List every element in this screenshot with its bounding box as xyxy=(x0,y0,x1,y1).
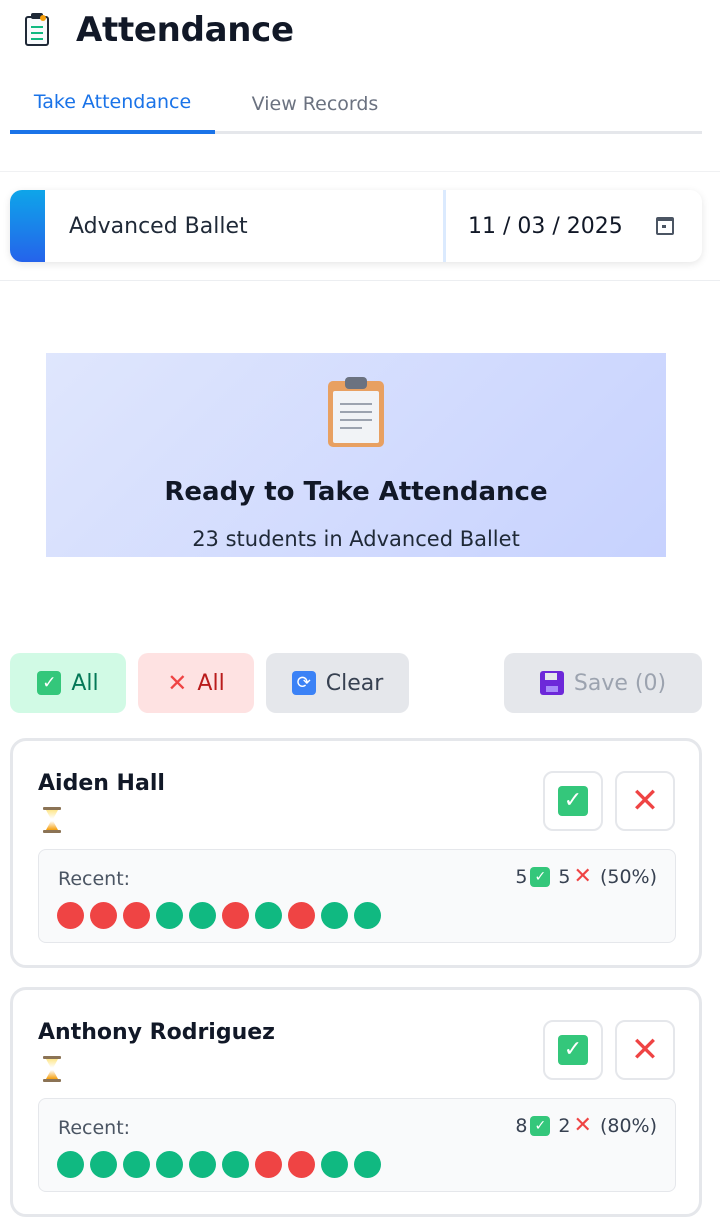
history-dot-absent xyxy=(222,902,249,929)
recent-stats: 8 ✓ 2 ✕ (80%) xyxy=(515,1113,657,1138)
x-icon: ✕ xyxy=(630,1030,660,1070)
history-dot-absent xyxy=(90,902,117,929)
mark-absent-button[interactable]: ✕ xyxy=(615,1020,675,1080)
x-icon: ✕ xyxy=(167,669,188,697)
history-dot-present xyxy=(354,902,381,929)
clear-label: Clear xyxy=(325,670,384,696)
class-date-selector: Advanced Ballet 11 / 03 / 2025 xyxy=(10,190,702,262)
history-dot-present xyxy=(189,1151,216,1178)
save-button[interactable]: Save (0) xyxy=(504,653,702,713)
filter-band: Advanced Ballet 11 / 03 / 2025 xyxy=(0,171,720,281)
check-icon: ✓ xyxy=(530,867,551,887)
history-dot-present xyxy=(156,1151,183,1178)
present-count: 8 xyxy=(515,1115,528,1137)
mark-all-absent-label: All xyxy=(197,670,225,696)
hourglass-icon xyxy=(43,807,61,833)
class-select[interactable]: Advanced Ballet xyxy=(10,190,446,262)
absent-count: 2 xyxy=(558,1115,571,1137)
history-dot-absent xyxy=(255,1151,282,1178)
class-accent-bar xyxy=(10,190,45,262)
check-icon: ✓ xyxy=(558,1035,588,1065)
clear-button[interactable]: ⟳ Clear xyxy=(266,653,409,713)
recent-label: Recent: xyxy=(58,868,131,890)
attendance-percent: (50%) xyxy=(599,866,657,888)
history-dots xyxy=(57,902,387,929)
date-input[interactable]: 11 / 03 / 2025 xyxy=(446,190,702,262)
check-icon: ✓ xyxy=(37,671,62,695)
history-dot-present xyxy=(222,1151,249,1178)
history-dot-absent xyxy=(123,902,150,929)
tab-bar: Take Attendance View Records xyxy=(10,78,702,134)
recent-history: Recent: 8 ✓ 2 ✕ (80%) xyxy=(38,1098,676,1192)
history-dot-present xyxy=(90,1151,117,1178)
app-header: Attendance xyxy=(22,10,294,50)
save-icon xyxy=(539,671,564,695)
history-dot-present xyxy=(354,1151,381,1178)
calendar-icon[interactable] xyxy=(656,217,674,235)
absent-count: 5 xyxy=(558,866,571,888)
banner-title: Ready to Take Attendance xyxy=(164,477,548,507)
banner-subtitle: 23 students in Advanced Ballet xyxy=(192,527,520,551)
student-name: Anthony Rodriguez xyxy=(38,1020,275,1045)
attendance-percent: (80%) xyxy=(599,1115,657,1137)
ready-banner: Ready to Take Attendance 23 students in … xyxy=(46,353,666,557)
recent-stats: 5 ✓ 5 ✕ (50%) xyxy=(515,864,657,889)
page-title: Attendance xyxy=(76,10,294,50)
bulk-actions: ✓ All ✕ All ⟳ Clear Save (0) xyxy=(10,653,702,713)
history-dot-present xyxy=(156,902,183,929)
class-select-value: Advanced Ballet xyxy=(69,213,248,239)
clipboard-icon xyxy=(22,12,52,48)
refresh-icon: ⟳ xyxy=(291,671,316,695)
student-card: Aiden Hall ✓ ✕ Recent: 5 ✓ 5 ✕ (50%) xyxy=(10,738,702,968)
save-label: Save (0) xyxy=(573,670,667,696)
history-dots xyxy=(57,1151,387,1178)
history-dot-present xyxy=(321,1151,348,1178)
mark-all-present-label: All xyxy=(71,670,99,696)
present-count: 5 xyxy=(515,866,528,888)
mark-present-button[interactable]: ✓ xyxy=(543,1020,603,1080)
check-icon: ✓ xyxy=(558,786,588,816)
recent-history: Recent: 5 ✓ 5 ✕ (50%) xyxy=(38,849,676,943)
clipboard-icon xyxy=(328,377,384,447)
student-card: Anthony Rodriguez ✓ ✕ Recent: 8 ✓ 2 ✕ (8… xyxy=(10,987,702,1217)
hourglass-icon xyxy=(43,1056,61,1082)
mark-all-present-button[interactable]: ✓ All xyxy=(10,653,126,713)
x-icon: ✕ xyxy=(630,781,660,821)
x-icon: ✕ xyxy=(573,1113,592,1138)
history-dot-present xyxy=(189,902,216,929)
mark-present-button[interactable]: ✓ xyxy=(543,771,603,831)
history-dot-absent xyxy=(57,902,84,929)
x-icon: ✕ xyxy=(573,864,592,889)
tab-take-attendance[interactable]: Take Attendance xyxy=(10,78,215,134)
date-value: 11 / 03 / 2025 xyxy=(468,213,623,239)
recent-label: Recent: xyxy=(58,1117,131,1139)
history-dot-absent xyxy=(288,1151,315,1178)
tab-view-records[interactable]: View Records xyxy=(215,78,415,134)
history-dot-present xyxy=(123,1151,150,1178)
history-dot-absent xyxy=(288,902,315,929)
student-name: Aiden Hall xyxy=(38,771,165,796)
mark-all-absent-button[interactable]: ✕ All xyxy=(138,653,254,713)
history-dot-present xyxy=(57,1151,84,1178)
mark-absent-button[interactable]: ✕ xyxy=(615,771,675,831)
history-dot-present xyxy=(321,902,348,929)
check-icon: ✓ xyxy=(530,1116,551,1136)
history-dot-present xyxy=(255,902,282,929)
